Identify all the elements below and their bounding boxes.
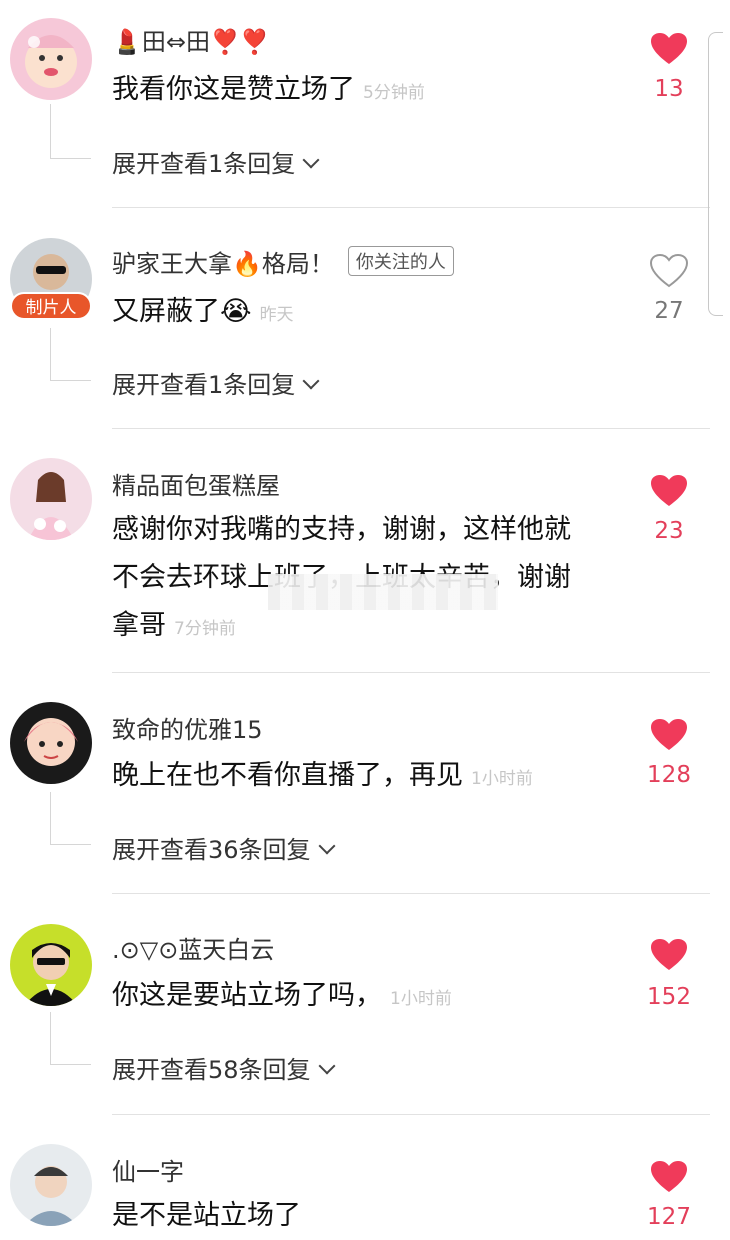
like-count: 23 — [654, 518, 684, 544]
heart-icon[interactable] — [650, 938, 688, 972]
chevron-down-icon — [318, 1057, 336, 1075]
comment-author[interactable]: 驴家王大拿🔥格局！ 你关注的人 — [112, 244, 454, 279]
like-count: 13 — [654, 76, 684, 102]
reply-thread-line — [50, 104, 91, 159]
role-badge: 制片人 — [10, 292, 92, 320]
divider — [112, 672, 710, 673]
heart-icon[interactable] — [650, 474, 688, 508]
divider — [112, 428, 710, 429]
scrollbar[interactable] — [708, 32, 723, 316]
comment-author[interactable]: .⊙▽⊙蓝天白云 — [112, 930, 274, 965]
comment-time: 1小时前 — [471, 769, 533, 789]
chevron-down-icon — [302, 372, 320, 390]
following-tag: 你关注的人 — [347, 246, 454, 276]
reply-thread-line — [50, 792, 91, 845]
avatar[interactable] — [10, 1144, 92, 1226]
like-count: 128 — [647, 762, 691, 788]
expand-replies-button[interactable]: 展开查看1条回复 — [112, 365, 320, 400]
like-count: 152 — [647, 984, 691, 1010]
comment-time: 7分钟前 — [174, 619, 236, 639]
expand-replies-button[interactable]: 展开查看58条回复 — [112, 1050, 336, 1085]
comment-author[interactable]: 仙一字 — [112, 1152, 184, 1187]
comment-author[interactable]: 💄田⇔田❣️❣️ — [112, 22, 270, 57]
comment-time: 5分钟前 — [363, 83, 425, 103]
chevron-down-icon — [302, 151, 320, 169]
heart-icon[interactable] — [650, 1160, 688, 1194]
comment-time: 1小时前 — [390, 989, 452, 1009]
like-count: 27 — [654, 298, 684, 324]
comment-text: 你这是要站立场了吗， 1小时前 — [112, 980, 452, 1011]
reply-thread-line — [50, 328, 91, 381]
comment-time: 昨天 — [259, 305, 294, 325]
comment-text: 又屏蔽了😭 昨天 — [112, 296, 294, 327]
comment-author[interactable]: 精品面包蛋糕屋 — [112, 466, 280, 501]
divider — [112, 1114, 710, 1115]
chevron-down-icon — [318, 837, 336, 855]
divider — [112, 207, 710, 208]
avatar[interactable] — [10, 18, 92, 100]
reply-thread-line — [50, 1012, 91, 1065]
expand-replies-button[interactable]: 展开查看1条回复 — [112, 144, 320, 179]
comment-text: 我看你这是赞立场了 5分钟前 — [112, 74, 425, 105]
avatar[interactable] — [10, 458, 92, 540]
heart-icon[interactable] — [650, 32, 688, 66]
heart-outline-icon[interactable] — [650, 254, 688, 288]
avatar[interactable] — [10, 924, 92, 1006]
expand-replies-button[interactable]: 展开查看36条回复 — [112, 830, 336, 865]
redaction-blur — [268, 574, 498, 610]
heart-icon[interactable] — [650, 718, 688, 752]
avatar[interactable] — [10, 702, 92, 784]
comment-text: 是不是站立场了 — [112, 1200, 301, 1231]
comment-text: 晚上在也不看你直播了，再见 1小时前 — [112, 760, 533, 791]
comment-author[interactable]: 致命的优雅15 — [112, 710, 263, 745]
like-count: 127 — [647, 1204, 691, 1230]
divider — [112, 893, 710, 894]
